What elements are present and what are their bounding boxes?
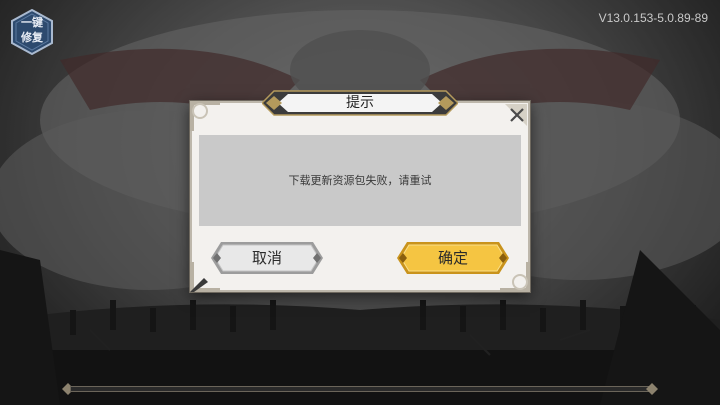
loading-bar-cap-icon: [646, 383, 658, 395]
corner-ornament-icon: [190, 101, 220, 131]
dialog-title-plate: 提示: [262, 90, 458, 116]
close-x-icon: [505, 104, 527, 126]
dialog-message: 下载更新资源包失败，请重试: [288, 174, 432, 187]
version-label: V13.0.153-5.0.89-89: [598, 11, 708, 25]
game-screen: 一键 修复 V13.0.153-5.0.89-89 提示 下载更新资源包失败，请…: [0, 0, 720, 405]
repair-label-line2: 修复: [21, 31, 43, 44]
confirm-button-label: 确定: [437, 249, 468, 267]
repair-label-line1: 一键: [21, 16, 43, 29]
confirm-button[interactable]: 确定: [397, 240, 509, 276]
message-panel: 下载更新资源包失败，请重试: [199, 135, 521, 226]
loading-bar-track: [70, 386, 650, 392]
cancel-button[interactable]: 取消: [211, 240, 323, 276]
dialog-title: 提示: [346, 95, 374, 111]
one-click-repair-button[interactable]: 一键 修复: [10, 9, 54, 55]
cancel-button-label: 取消: [251, 249, 282, 267]
loading-bar: [62, 383, 658, 395]
close-button[interactable]: [505, 104, 527, 126]
